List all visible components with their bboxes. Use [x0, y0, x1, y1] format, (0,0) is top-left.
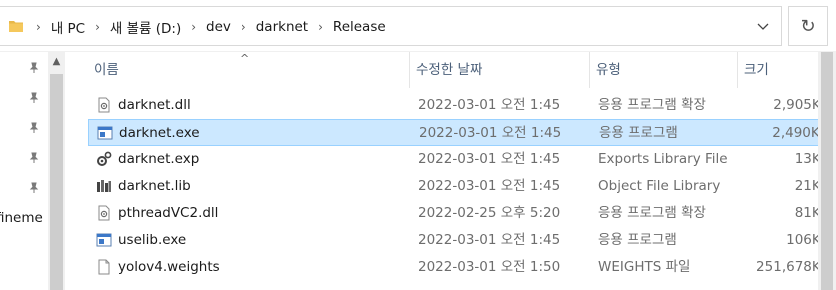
refresh-button[interactable]: ↻ — [788, 6, 828, 46]
file-row[interactable]: uselib.exe 2022-03-01 오전 1:45 응용 프로그램 106KB — [88, 227, 836, 254]
file-name: darknet.exe — [119, 125, 200, 141]
file-type: Exports Library File — [598, 151, 728, 167]
nav-item-label[interactable]: fineme — [0, 210, 43, 226]
file-name: uselib.exe — [118, 232, 187, 248]
file-row[interactable]: darknet.exe 2022-03-01 오전 1:45 응용 프로그램 2,49… — [88, 119, 836, 146]
breadcrumb: › 내 PC › 새 볼륨 (D:) › dev › darknet › Rel… — [26, 7, 386, 47]
breadcrumb-separator-icon[interactable]: › — [318, 20, 323, 34]
file-date-modified: 2022-03-01 오전 1:50 — [418, 259, 561, 275]
breadcrumb-release[interactable]: Release — [333, 19, 386, 35]
file-row[interactable]: darknet.dll 2022-03-01 오전 1:45 응용 프로그램 확장 2… — [88, 92, 836, 119]
column-size[interactable]: 크기 — [738, 52, 818, 88]
file-name: darknet.lib — [118, 178, 191, 194]
pin-icon[interactable] — [28, 152, 40, 164]
file-row[interactable]: pthreadVC2.dll 2022-02-25 오후 5:20 응용 프로그램 … — [88, 200, 836, 227]
navigation-pane: fineme ▲ — [0, 52, 66, 290]
file-list-scrollbar[interactable] — [818, 52, 836, 290]
exe-file-icon — [97, 125, 113, 141]
column-header: ^ 이름 수정한 날짜 유형 크기 — [88, 52, 836, 88]
file-name: darknet.exp — [118, 151, 200, 167]
file-date-modified: 2022-03-01 오전 1:45 — [418, 178, 561, 194]
scroll-up-icon[interactable]: ▲ — [48, 56, 65, 72]
file-name: pthreadVC2.dll — [118, 205, 219, 221]
breadcrumb-separator-icon[interactable]: › — [36, 20, 41, 34]
file-row[interactable]: darknet.lib 2022-03-01 오전 1:45 Object File… — [88, 173, 836, 200]
breadcrumb-separator-icon[interactable]: › — [241, 20, 246, 34]
address-history-dropdown-icon[interactable] — [751, 15, 775, 39]
file-type: 응용 프로그램 확장 — [598, 97, 706, 113]
file-type: WEIGHTS 파일 — [598, 259, 691, 275]
file-date-modified: 2022-03-01 오전 1:45 — [418, 97, 561, 113]
column-date-modified[interactable]: 수정한 날짜 — [410, 52, 590, 88]
pin-icon[interactable] — [28, 62, 40, 74]
column-name[interactable]: 이름 — [88, 52, 410, 88]
address-bar-region: › 내 PC › 새 볼륨 (D:) › dev › darknet › Rel… — [0, 0, 836, 52]
breadcrumb-this-pc[interactable]: 내 PC — [51, 17, 85, 37]
file-list-scrollbar-thumb[interactable] — [821, 52, 833, 290]
dll-file-icon — [96, 205, 112, 221]
file-type: 응용 프로그램 확장 — [598, 205, 706, 221]
column-type[interactable]: 유형 — [590, 52, 738, 88]
generic-file-icon — [96, 259, 112, 275]
address-bar[interactable]: › 내 PC › 새 볼륨 (D:) › dev › darknet › Rel… — [0, 6, 782, 46]
file-row[interactable]: yolov4.weights 2022-03-01 오전 1:50 WEIGHTS … — [88, 254, 836, 281]
breadcrumb-separator-icon[interactable]: › — [95, 20, 100, 34]
file-date-modified: 2022-03-01 오전 1:45 — [418, 232, 561, 248]
pin-icon[interactable] — [28, 122, 40, 134]
file-type: Object File Library — [598, 178, 721, 194]
nav-scrollbar[interactable]: ▲ — [48, 52, 65, 290]
refresh-icon: ↻ — [800, 15, 816, 37]
file-date-modified: 2022-02-25 오후 5:20 — [418, 205, 561, 221]
file-date-modified: 2022-03-01 오전 1:45 — [419, 125, 562, 141]
breadcrumb-darknet[interactable]: darknet — [256, 19, 308, 35]
pin-icon[interactable] — [28, 182, 40, 194]
file-name: darknet.dll — [118, 97, 191, 113]
file-date-modified: 2022-03-01 오전 1:45 — [418, 151, 561, 167]
nav-scrollbar-thumb[interactable] — [50, 74, 63, 290]
exp-file-icon — [96, 151, 112, 167]
breadcrumb-separator-icon[interactable]: › — [191, 20, 196, 34]
file-row[interactable]: darknet.exp 2022-03-01 오전 1:45 Exports Lib… — [88, 146, 836, 173]
dll-file-icon — [96, 97, 112, 113]
folder-icon — [9, 21, 23, 32]
breadcrumb-dev[interactable]: dev — [206, 19, 231, 35]
pin-icon[interactable] — [28, 92, 40, 104]
file-type: 응용 프로그램 — [598, 232, 677, 248]
lib-file-icon — [96, 178, 112, 194]
exe-file-icon — [96, 232, 112, 248]
file-type: 응용 프로그램 — [599, 125, 678, 141]
file-name: yolov4.weights — [118, 259, 220, 275]
breadcrumb-volume-d[interactable]: 새 볼륨 (D:) — [110, 17, 181, 37]
